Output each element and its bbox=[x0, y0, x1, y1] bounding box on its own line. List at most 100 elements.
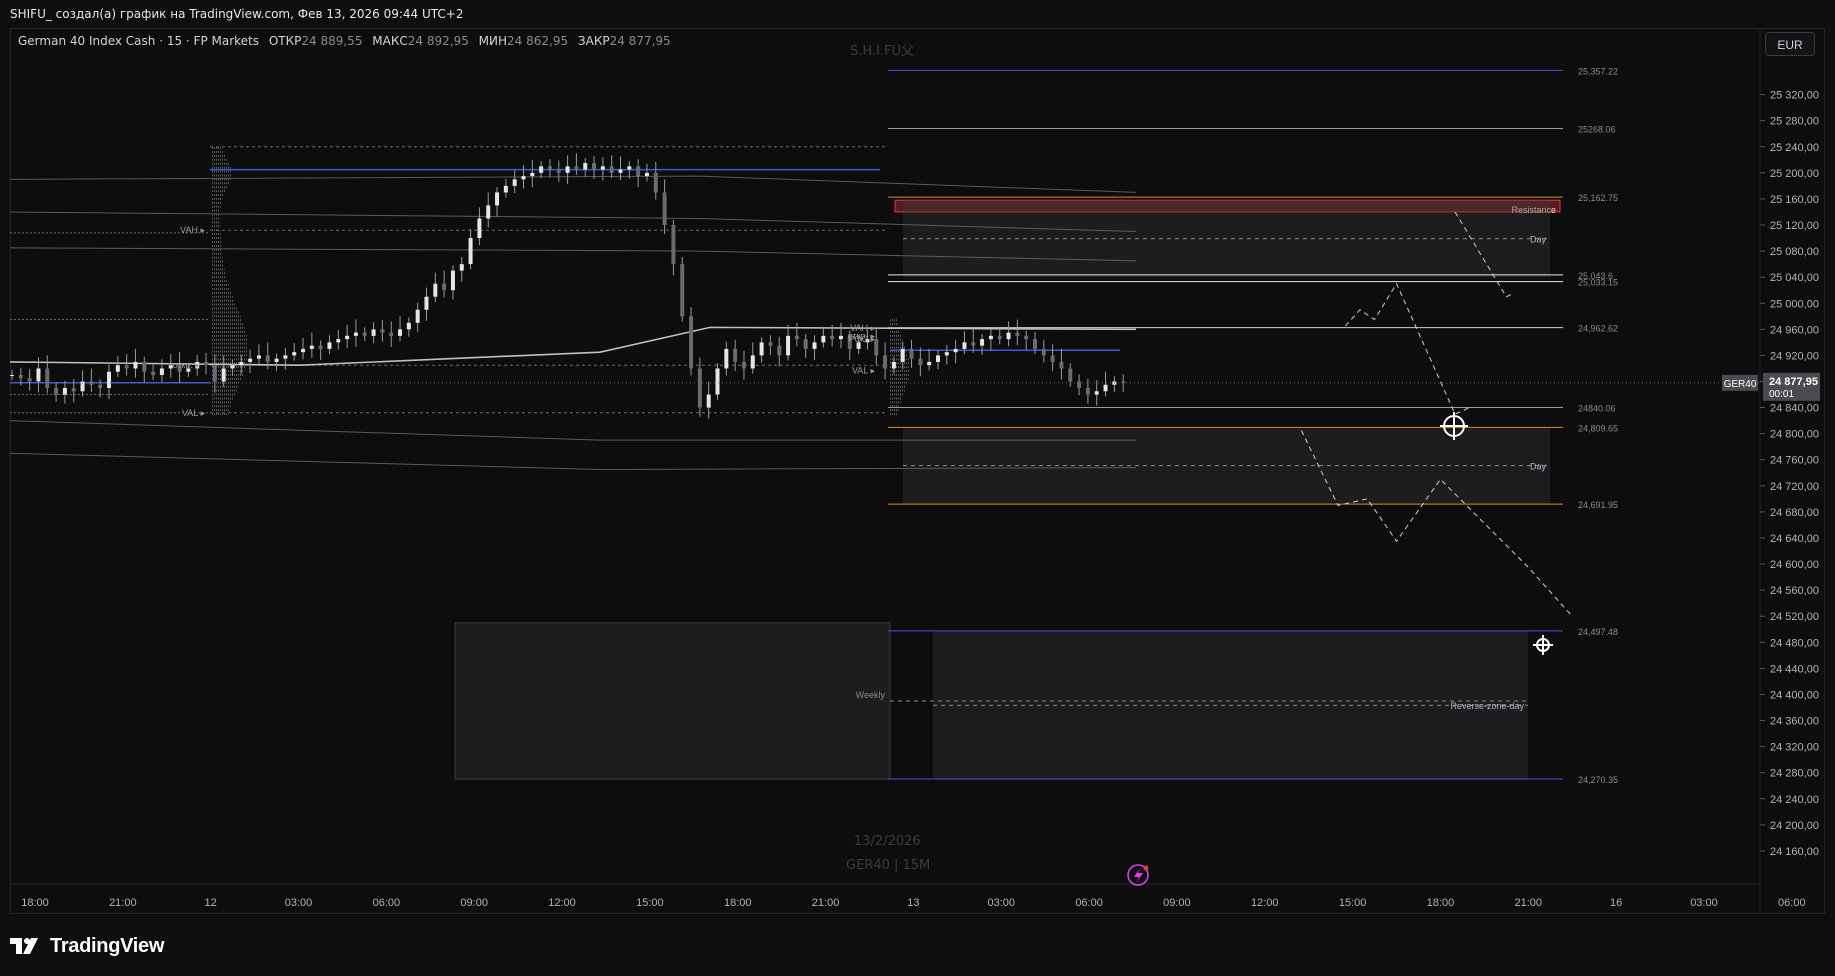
candle-body bbox=[353, 332, 358, 336]
price-tick-label: 25 160,00 bbox=[1770, 194, 1819, 206]
candle-body bbox=[636, 166, 641, 177]
time-tick-label: 03:00 bbox=[1690, 897, 1718, 909]
candle-body bbox=[133, 361, 138, 369]
last-price-value: 24 877,95 bbox=[1769, 376, 1818, 388]
candle-body bbox=[204, 361, 209, 366]
candle-body bbox=[891, 361, 896, 369]
legend-open-label: ОТКР bbox=[268, 34, 302, 48]
candle-body bbox=[512, 179, 517, 186]
time-tick-label: 18:00 bbox=[21, 897, 49, 909]
candle-body bbox=[1121, 381, 1126, 383]
price-tick-label: 25 120,00 bbox=[1770, 220, 1819, 232]
candle-body bbox=[680, 264, 685, 317]
candle-body bbox=[362, 332, 367, 336]
candle-body bbox=[239, 361, 244, 366]
candle-body bbox=[301, 348, 306, 353]
time-tick-label: 21:00 bbox=[812, 897, 840, 909]
tradingview-wordmark: TradingView bbox=[50, 934, 165, 957]
price-tick-label: 24 600,00 bbox=[1770, 559, 1819, 571]
candle-body bbox=[345, 335, 350, 340]
candle-body bbox=[212, 365, 217, 382]
legend-symbol[interactable]: German 40 Index Cash · 15 · FP Markets bbox=[18, 34, 259, 48]
target-crosshair-icon[interactable] bbox=[1533, 635, 1553, 655]
candle-body bbox=[530, 172, 535, 177]
price-tick-label: 24 280,00 bbox=[1770, 768, 1819, 780]
candle-body bbox=[812, 342, 817, 349]
candle-body bbox=[733, 348, 738, 362]
candle-body bbox=[107, 371, 112, 389]
candle-body bbox=[750, 355, 755, 369]
candle-body bbox=[883, 355, 888, 369]
price-tick-label: 25 280,00 bbox=[1770, 116, 1819, 128]
candle-body bbox=[398, 329, 403, 336]
candle-body bbox=[909, 348, 914, 359]
zone-label: Day bbox=[1530, 235, 1547, 245]
price-tick-label: 24 160,00 bbox=[1770, 846, 1819, 858]
candle-body bbox=[62, 388, 67, 395]
candle-body bbox=[662, 192, 667, 226]
author-watermark: S.H.I.FU父 bbox=[850, 44, 915, 59]
candle-body bbox=[521, 176, 526, 180]
profile-label: VAL ▸ bbox=[182, 408, 206, 418]
price-tick-label: 24 320,00 bbox=[1770, 742, 1819, 754]
candle-body bbox=[151, 371, 156, 375]
chart-canvas[interactable]: 25 320,00 25 280,00 25 240,00 25 200,00 25 1… bbox=[0, 0, 1835, 976]
candle-body bbox=[600, 166, 605, 170]
price-tick-label: 24 920,00 bbox=[1770, 350, 1819, 362]
time-tick-label: 21:00 bbox=[109, 897, 137, 909]
price-tick-label: 24 720,00 bbox=[1770, 481, 1819, 493]
candle-body bbox=[124, 365, 129, 369]
candle-body bbox=[1050, 355, 1055, 362]
candle-body bbox=[1032, 339, 1037, 349]
candle-body bbox=[1015, 332, 1020, 336]
profile-label: откр. ▸ bbox=[173, 360, 201, 370]
candle-body bbox=[468, 238, 473, 265]
candle-body bbox=[115, 365, 120, 372]
candle-body bbox=[230, 365, 235, 369]
price-tick-label: 25 200,00 bbox=[1770, 168, 1819, 180]
candle-body bbox=[495, 192, 500, 206]
candle-body bbox=[1041, 348, 1046, 356]
candle-body bbox=[838, 335, 843, 340]
price-tick-label: 25 040,00 bbox=[1770, 272, 1819, 284]
candle-body bbox=[292, 352, 297, 356]
candle-body bbox=[89, 381, 94, 385]
candle-body bbox=[644, 172, 649, 177]
symbol-legend[interactable]: German 40 Index Cash · 15 · FP Markets О… bbox=[18, 34, 671, 48]
time-tick-label: 18:00 bbox=[724, 897, 752, 909]
candle-body bbox=[980, 339, 985, 346]
candle-body bbox=[336, 339, 341, 343]
currency-button[interactable]: EUR bbox=[1765, 32, 1815, 56]
candles-group bbox=[10, 153, 1126, 419]
lightning-icon[interactable] bbox=[1127, 864, 1149, 886]
candle-body bbox=[997, 335, 1002, 340]
candle-body bbox=[424, 296, 429, 310]
candle-body bbox=[459, 264, 464, 271]
price-tick-label: 24 520,00 bbox=[1770, 611, 1819, 623]
candle-body bbox=[547, 166, 552, 170]
price-level-label: 24840.06 bbox=[1578, 404, 1616, 414]
candle-body bbox=[18, 374, 23, 379]
time-tick-label: 12 bbox=[205, 897, 217, 909]
candle-body bbox=[159, 368, 164, 375]
candle-body bbox=[36, 368, 41, 382]
candle-body bbox=[98, 384, 103, 389]
price-level-label: 25,033.15 bbox=[1578, 278, 1618, 288]
candle-body bbox=[794, 335, 799, 340]
candle-body bbox=[539, 166, 544, 173]
candle-body bbox=[962, 342, 967, 349]
legend-close-label: ЗАКР bbox=[577, 34, 610, 48]
candle-body bbox=[1059, 361, 1064, 369]
price-level-label: 24,270.35 bbox=[1578, 775, 1618, 785]
tradingview-logo[interactable]: TradingView bbox=[10, 934, 164, 958]
candle-body bbox=[503, 185, 508, 193]
time-tick-label: 15:00 bbox=[1339, 897, 1367, 909]
profile-label: VAL ▸ bbox=[852, 365, 876, 375]
candle-body bbox=[1006, 332, 1011, 340]
candle-body bbox=[10, 374, 14, 376]
candle-body bbox=[1094, 391, 1099, 395]
candle-body bbox=[477, 218, 482, 239]
time-tick-label: 09:00 bbox=[1163, 897, 1191, 909]
legend-high-value: 24 892,95 bbox=[407, 34, 469, 48]
zone-label: Reverse-zone-day bbox=[1450, 701, 1524, 711]
